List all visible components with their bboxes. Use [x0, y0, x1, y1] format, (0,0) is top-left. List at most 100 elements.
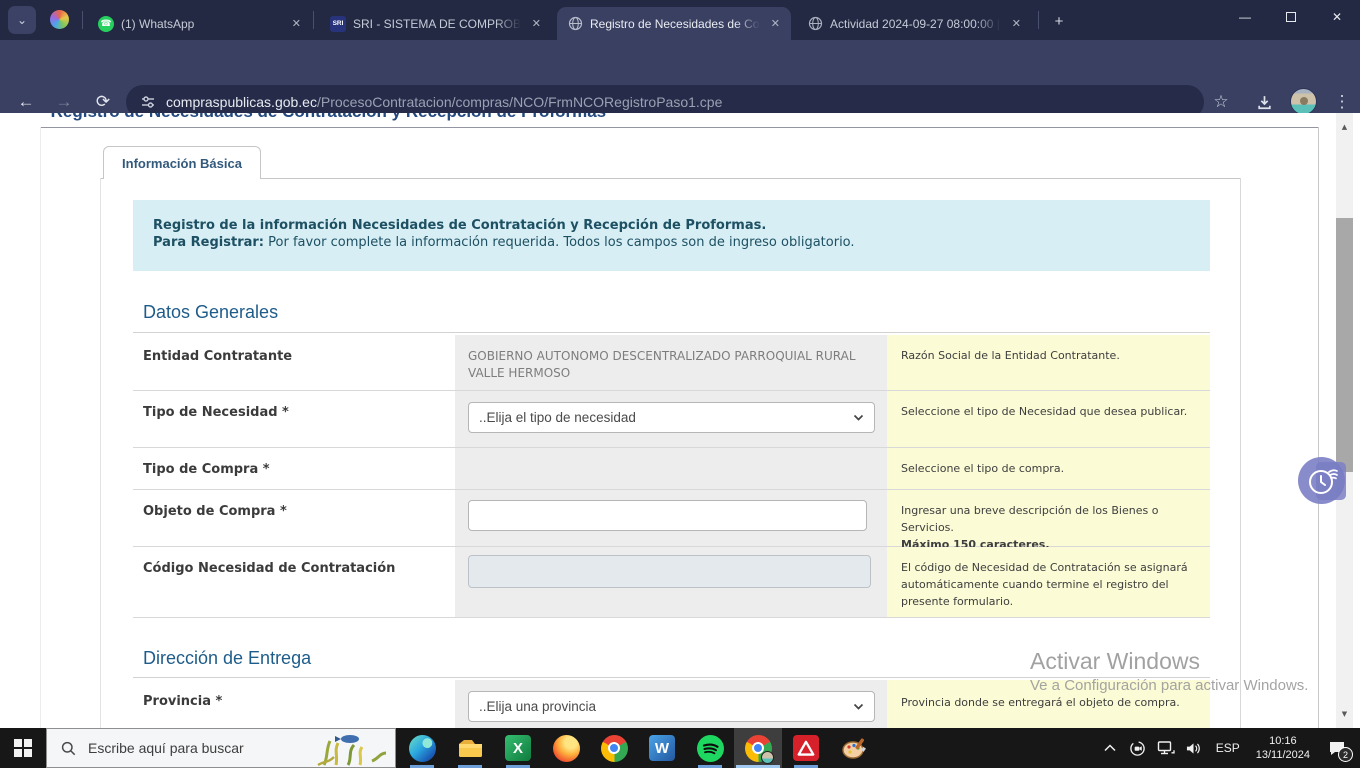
taskbar-chrome[interactable] — [590, 728, 638, 768]
network-icon[interactable] — [1156, 728, 1176, 768]
chevron-down-icon: ⌄ — [17, 13, 27, 27]
field-label: Objeto de Compra * — [133, 490, 455, 546]
windows-logo-icon — [14, 739, 32, 757]
date: 13/11/2024 — [1256, 748, 1310, 762]
form-container-border — [1240, 178, 1241, 728]
tab-separator — [82, 11, 83, 29]
tab-close-icon[interactable]: ✕ — [288, 15, 305, 32]
firefox-icon — [553, 735, 580, 762]
acrobat-icon — [793, 735, 819, 761]
field-label: Tipo de Compra * — [133, 448, 455, 489]
globe-icon — [567, 16, 583, 32]
tab-title: Actividad 2024-09-27 08:00:00 | — [830, 17, 1001, 31]
objeto-compra-input[interactable] — [468, 500, 867, 531]
taskbar-edge[interactable] — [398, 728, 446, 768]
row-tipo-compra: Tipo de Compra * Seleccione el tipo de c… — [133, 447, 1210, 489]
tray-chevron-up-icon[interactable] — [1100, 728, 1120, 768]
taskbar-file-explorer[interactable] — [446, 728, 494, 768]
sri-icon: SRI — [330, 16, 346, 32]
chrome-icon — [601, 735, 628, 762]
search-icon — [61, 741, 76, 756]
window-close-button[interactable]: ✕ — [1314, 0, 1360, 34]
browser-toolbar: ← → ⟳ compraspublicas.gob.ec/ProcesoCont… — [0, 40, 1360, 113]
field-label: Provincia * — [133, 680, 455, 728]
timer-widget-icon[interactable] — [1298, 457, 1345, 504]
file-explorer-icon — [457, 735, 484, 762]
taskbar-acrobat[interactable] — [782, 728, 830, 768]
word-icon: W — [649, 735, 675, 761]
tab-title: (1) WhatsApp — [121, 17, 281, 31]
volume-icon[interactable] — [1184, 728, 1204, 768]
taskbar-spotify[interactable] — [686, 728, 734, 768]
page-title: *Registro de Necesidades de Contratación… — [44, 113, 606, 122]
maximize-icon — [1286, 12, 1296, 22]
tab-separator — [1038, 11, 1039, 29]
tab-registro-active[interactable]: Registro de Necesidades de Co ✕ — [557, 7, 791, 40]
action-center-button[interactable]: 2 — [1322, 728, 1352, 768]
url-text: compraspublicas.gob.ec/ProcesoContrataci… — [166, 94, 722, 110]
section-datos-generales: Datos Generales — [143, 302, 278, 323]
field-label: Entidad Contratante — [133, 335, 455, 390]
excel-icon: X — [505, 735, 531, 761]
chevron-down-icon — [853, 703, 864, 711]
tab-close-icon[interactable]: ✕ — [1008, 15, 1025, 32]
scroll-up-icon[interactable]: ▲ — [1336, 119, 1353, 135]
tab-search-button[interactable]: ⌄ — [8, 6, 36, 34]
search-placeholder: Escribe aquí para buscar — [88, 740, 244, 756]
tab-separator — [313, 11, 314, 29]
taskbar-firefox[interactable] — [542, 728, 590, 768]
taskbar-excel[interactable]: X — [494, 728, 542, 768]
tab-informacion-basica[interactable]: Información Básica — [103, 146, 261, 179]
field-help: Ingresar una breve descripción de los Bi… — [887, 490, 1210, 546]
section-divider — [133, 677, 1210, 678]
meet-now-icon[interactable] — [1128, 728, 1148, 768]
taskbar-apps: X W — [398, 728, 878, 768]
profile-avatar[interactable] — [1290, 88, 1317, 115]
provincia-select[interactable]: ..Elija una provincia — [468, 691, 875, 722]
window-maximize-button[interactable] — [1268, 0, 1314, 34]
start-button[interactable] — [0, 728, 46, 768]
language-indicator[interactable]: ESP — [1212, 741, 1244, 755]
tipo-necesidad-select[interactable]: ..Elija el tipo de necesidad — [468, 402, 875, 433]
tab-actividad[interactable]: Actividad 2024-09-27 08:00:00 | ✕ — [797, 7, 1032, 40]
page-border-left — [40, 127, 41, 728]
pinned-tab-favicon[interactable] — [50, 10, 69, 29]
activate-windows-watermark: Activar Windows — [1030, 648, 1200, 675]
spotify-icon — [697, 735, 724, 762]
row-entidad-contratante: Entidad Contratante GOBIERNO AUTONOMO DE… — [133, 335, 1210, 390]
tab-close-icon[interactable]: ✕ — [528, 15, 545, 32]
tab-sri[interactable]: SRI SRI - SISTEMA DE COMPROBAN ✕ — [320, 7, 552, 40]
field-label: Código Necesidad de Contratación — [133, 547, 455, 617]
scrollbar-thumb[interactable] — [1336, 218, 1353, 472]
tab-whatsapp[interactable]: ☎ (1) WhatsApp ✕ — [88, 7, 312, 40]
tab-close-icon[interactable]: ✕ — [767, 15, 784, 32]
window-minimize-button[interactable]: — — [1222, 0, 1268, 34]
page-border-right — [1318, 127, 1319, 728]
chevron-down-icon — [853, 414, 864, 422]
info-banner: Registro de la información Necesidades d… — [133, 200, 1210, 271]
search-highlight-image[interactable] — [306, 731, 392, 767]
tab-title: Registro de Necesidades de Co — [590, 17, 760, 31]
taskbar-word[interactable]: W — [638, 728, 686, 768]
page-scrollbar[interactable]: ▲ ▼ — [1336, 113, 1353, 728]
globe-icon — [807, 16, 823, 32]
windows-taskbar: Escribe aquí para buscar X W — [0, 728, 1360, 768]
taskbar-chrome-profile[interactable] — [734, 728, 782, 768]
site-info-icon[interactable] — [140, 94, 156, 110]
web-page: *Registro de Necesidades de Contratación… — [0, 113, 1360, 728]
tab-title: SRI - SISTEMA DE COMPROBAN — [353, 17, 521, 31]
datos-generales-grid: Entidad Contratante GOBIERNO AUTONOMO DE… — [133, 335, 1210, 618]
whatsapp-icon: ☎ — [98, 16, 114, 32]
system-tray: ESP 10:16 13/11/2024 2 — [1100, 728, 1360, 768]
field-label: Tipo de Necesidad * — [133, 391, 455, 447]
field-help: Razón Social de la Entidad Contratante. — [887, 335, 1210, 390]
taskbar-search-box[interactable]: Escribe aquí para buscar — [46, 728, 396, 768]
taskbar-clock[interactable]: 10:16 13/11/2024 — [1252, 734, 1314, 762]
browser-tab-strip: ⌄ ☎ (1) WhatsApp ✕ SRI SRI - SISTEMA DE … — [0, 0, 1360, 40]
direccion-entrega-grid: Provincia * ..Elija una provincia Provin… — [133, 680, 1210, 728]
taskbar-paint[interactable] — [830, 728, 878, 768]
scroll-down-icon[interactable]: ▼ — [1336, 706, 1353, 722]
profile-badge — [761, 751, 774, 764]
row-codigo-necesidad: Código Necesidad de Contratación El códi… — [133, 546, 1210, 617]
new-tab-button[interactable]: + — [1046, 8, 1072, 34]
